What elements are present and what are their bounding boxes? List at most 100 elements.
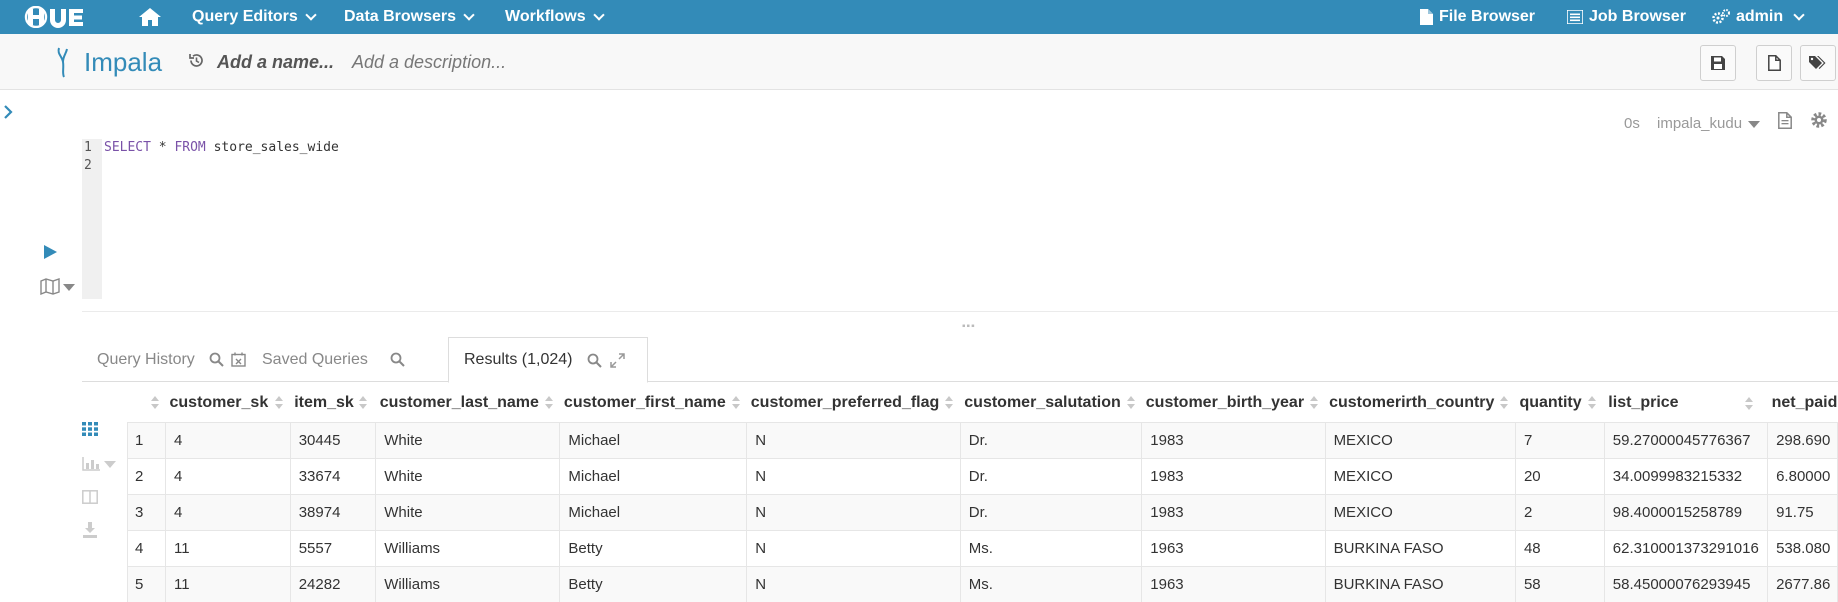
column-header[interactable]: customer_sk	[166, 385, 291, 422]
column-header[interactable]: customer_preferred_flag	[747, 385, 961, 422]
bar-chart-icon	[82, 457, 100, 471]
column-header[interactable]: customer_first_name	[560, 385, 747, 422]
table-cell: 38974	[289, 493, 377, 531]
grid-view-icon[interactable]	[82, 422, 98, 441]
column-header[interactable]: net_paid	[1768, 385, 1838, 422]
table-cell: 1983	[1141, 421, 1326, 459]
columns-icon[interactable]	[82, 490, 98, 509]
query-name-input[interactable]: Add a name...	[217, 52, 334, 73]
run-query-play-icon[interactable]	[44, 245, 57, 264]
tags-button[interactable]	[1800, 45, 1836, 81]
tab-query-history-label: Query History	[97, 350, 195, 368]
file-icon	[1767, 55, 1781, 71]
table-cell: MEXICO	[1324, 421, 1516, 459]
row-number: 4	[127, 529, 166, 567]
table-cell: BURKINA FASO	[1324, 565, 1516, 602]
download-icon[interactable]	[82, 522, 98, 543]
sql-token: store_sales_wide	[205, 140, 339, 155]
table-cell: Michael	[559, 493, 748, 531]
resize-handle[interactable]: ▪▪▪	[962, 321, 976, 332]
hue-logo[interactable]	[24, 5, 86, 29]
line-number: 1	[84, 140, 92, 155]
column-header-label: customer_last_name	[379, 394, 539, 412]
sort-icon	[275, 396, 284, 410]
line-number: 2	[84, 158, 92, 173]
expand-panel-chevron-icon[interactable]	[2, 104, 14, 125]
column-header[interactable]: item_sk	[290, 385, 376, 422]
column-header[interactable]: customer_last_name	[376, 385, 560, 422]
table-cell: 62.310001373291016	[1603, 529, 1769, 567]
list-icon	[1567, 10, 1583, 24]
row-number: 5	[127, 565, 166, 602]
table-row[interactable]: 1 4 30445 White Michael N Dr. 1983 MEXIC…	[127, 421, 1838, 459]
table-row[interactable]: 5 11 24282 Williams Betty N Ms. 1963 BUR…	[127, 565, 1838, 602]
column-header[interactable]: list_price	[1604, 385, 1767, 422]
home-icon[interactable]	[138, 7, 162, 27]
table-cell: 2	[1514, 493, 1605, 531]
table-cell: Betty	[559, 529, 748, 567]
table-cell: 5557	[289, 529, 377, 567]
table-cell: 4	[165, 493, 291, 531]
row-number: 1	[127, 421, 166, 459]
nav-file-browser-label: File Browser	[1439, 8, 1536, 25]
column-header[interactable]: customerirth_country	[1325, 385, 1515, 422]
table-cell: 6.80000	[1767, 457, 1838, 495]
tab-query-history[interactable]: Query History	[82, 337, 261, 382]
save-button[interactable]	[1700, 45, 1736, 81]
map-dropdown-button[interactable]	[40, 278, 75, 295]
column-header-label: customer_salutation	[964, 394, 1121, 412]
sort-icon	[544, 396, 553, 410]
row-number-header[interactable]	[128, 385, 166, 422]
table-cell: Dr.	[959, 493, 1143, 531]
table-row[interactable]: 4 11 5557 Williams Betty N Ms. 1963 BURK…	[127, 529, 1838, 567]
nav-job-browser-label: Job Browser	[1589, 8, 1686, 25]
table-row[interactable]: 3 4 38974 White Michael N Dr. 1983 MEXIC…	[127, 493, 1838, 531]
nav-data-browsers[interactable]: Data Browsers	[344, 0, 475, 34]
chart-view-button[interactable]	[82, 457, 116, 471]
impala-icon	[54, 46, 74, 83]
map-icon	[40, 278, 60, 295]
table-row[interactable]: 2 4 33674 White Michael N Dr. 1983 MEXIC…	[127, 457, 1838, 495]
search-icon[interactable]	[587, 353, 602, 368]
table-cell: Michael	[559, 421, 748, 459]
table-cell: White	[375, 457, 561, 495]
table-cell: Ms.	[959, 529, 1143, 567]
nav-job-browser[interactable]: Job Browser	[1567, 0, 1686, 34]
column-header[interactable]: quantity	[1515, 385, 1604, 422]
nav-data-browsers-label: Data Browsers	[344, 8, 457, 25]
table-cell: 2677.86	[1767, 565, 1838, 602]
database-selector[interactable]: impala_kudu	[1657, 115, 1761, 132]
tab-saved-queries[interactable]: Saved Queries	[247, 337, 420, 382]
table-cell: N	[746, 457, 961, 495]
code-editor[interactable]: 1 2 SELECT * FROM store_sales_wide	[82, 139, 1838, 299]
table-cell: Williams	[375, 529, 561, 567]
sort-icon	[1587, 396, 1596, 410]
search-icon[interactable]	[209, 352, 224, 367]
table-cell: 33674	[289, 457, 377, 495]
table-cell: Williams	[375, 565, 561, 602]
sort-icon	[358, 396, 367, 410]
column-header[interactable]: customer_salutation	[960, 385, 1141, 422]
gear-icon[interactable]	[1810, 111, 1828, 134]
expand-icon[interactable]	[609, 352, 625, 368]
nav-admin-menu[interactable]: admin	[1712, 0, 1805, 34]
nav-file-browser[interactable]: File Browser	[1420, 0, 1535, 34]
calendar-clear-icon[interactable]	[231, 352, 246, 367]
new-document-button[interactable]	[1756, 45, 1792, 81]
table-cell: 20	[1514, 457, 1605, 495]
column-header-label: customerirth_country	[1329, 394, 1495, 412]
caret-down-icon	[1748, 120, 1761, 128]
table-cell: 30445	[289, 421, 377, 459]
history-icon[interactable]	[188, 52, 205, 74]
caret-down-icon	[63, 283, 75, 291]
table-cell: 24282	[289, 565, 377, 602]
column-header[interactable]: customer_birth_year	[1142, 385, 1325, 422]
table-cell: 98.4000015258789	[1603, 493, 1769, 531]
nav-query-editors[interactable]: Query Editors	[192, 0, 317, 34]
table-cell: 1983	[1141, 457, 1326, 495]
nav-workflows[interactable]: Workflows	[505, 0, 605, 34]
query-description-input[interactable]: Add a description...	[352, 52, 506, 73]
search-icon[interactable]	[390, 352, 405, 367]
document-icon[interactable]	[1778, 112, 1792, 134]
tab-results[interactable]: Results (1,024)	[448, 337, 648, 383]
